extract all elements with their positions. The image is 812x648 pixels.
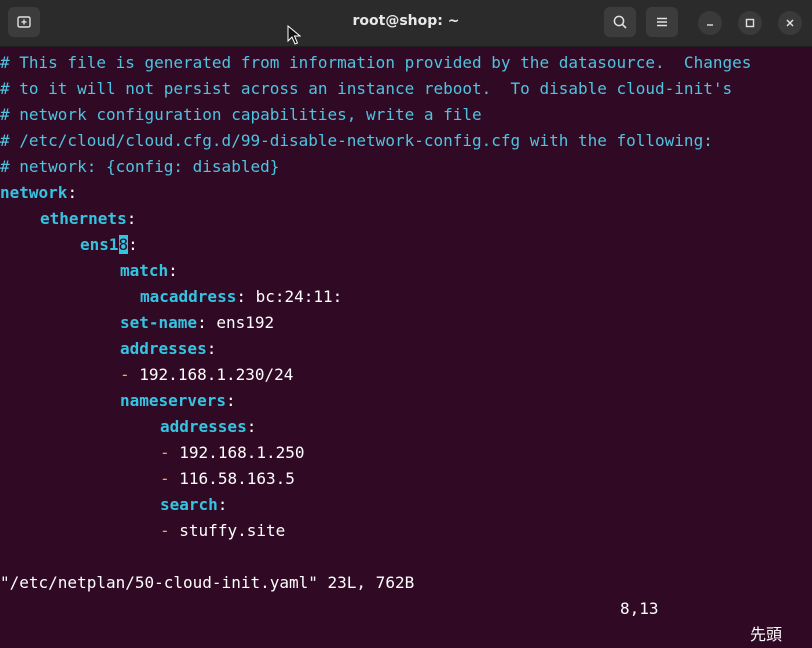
yaml-value: 192.168.1.230/24 xyxy=(139,365,294,384)
yaml-line-nameservers: nameservers: xyxy=(120,388,236,414)
close-icon xyxy=(784,17,796,29)
yaml-line-set-name: set-name: ens192 xyxy=(120,310,274,336)
yaml-value: ens192 xyxy=(216,313,275,332)
yaml-line-interface: ens18: xyxy=(80,232,138,258)
yaml-dash: - xyxy=(160,469,170,488)
yaml-line-search: search: xyxy=(160,492,227,518)
search-button[interactable] xyxy=(604,7,636,37)
yaml-line-network: network: xyxy=(0,180,77,206)
yaml-key: ethernets xyxy=(40,209,127,228)
title-bar: root@shop: ~ xyxy=(0,0,812,47)
yaml-colon: : xyxy=(217,495,228,514)
yaml-colon: : xyxy=(128,235,138,254)
yaml-key: network xyxy=(0,183,68,202)
window-title: root@shop: ~ xyxy=(352,13,460,29)
yaml-line-ns-item: - 116.58.163.5 xyxy=(160,466,295,492)
yaml-key: nameservers xyxy=(120,391,226,410)
mouse-pointer-icon xyxy=(287,25,301,45)
yaml-value: stuffy.site xyxy=(179,521,286,540)
comment-line: # network configuration capabilities, wr… xyxy=(0,105,482,124)
yaml-key: macaddress xyxy=(140,287,237,306)
yaml-colon: : xyxy=(67,183,78,202)
yaml-key: addresses xyxy=(120,339,207,358)
minimize-icon xyxy=(704,17,716,29)
yaml-value: bc:24:11: xyxy=(255,287,343,306)
yaml-line-ns-item: - 192.168.1.250 xyxy=(160,440,305,466)
yaml-line-ns-addresses: addresses: xyxy=(160,414,256,440)
yaml-colon: : xyxy=(126,209,137,228)
yaml-line-addresses: addresses: xyxy=(120,336,216,362)
file-info: "/etc/netplan/50-cloud-init.yaml" 23L, 7… xyxy=(0,573,415,592)
yaml-dash: - xyxy=(120,365,130,384)
text-cursor: 8 xyxy=(118,235,129,254)
yaml-line-macaddress: macaddress: bc:24:11: xyxy=(140,284,342,310)
yaml-line-match: match: xyxy=(120,258,178,284)
yaml-value: 192.168.1.250 xyxy=(179,443,305,462)
comment-line: # /etc/cloud/cloud.cfg.d/99-disable-netw… xyxy=(0,131,713,150)
yaml-key: set-name xyxy=(120,313,198,332)
yaml-line-address-item: - 192.168.1.230/24 xyxy=(120,362,293,388)
comment-line: # to it will not persist across an insta… xyxy=(0,79,733,98)
search-icon xyxy=(612,14,628,30)
yaml-colon: : xyxy=(225,391,236,410)
yaml-colon: : xyxy=(197,313,207,332)
maximize-icon xyxy=(744,17,756,29)
yaml-line-ethernets: ethernets: xyxy=(40,206,136,232)
hamburger-menu-icon xyxy=(654,14,670,30)
yaml-dash: - xyxy=(160,521,170,540)
yaml-key: addresses xyxy=(160,417,247,436)
menu-button[interactable] xyxy=(646,7,678,37)
yaml-dash: - xyxy=(160,443,170,462)
vim-status-line: "/etc/netplan/50-cloud-init.yaml" 23L, 7… xyxy=(0,544,812,644)
yaml-colon: : xyxy=(206,339,217,358)
yaml-key: match xyxy=(120,261,169,280)
yaml-colon: : xyxy=(236,287,246,306)
cursor-position: 8,13 xyxy=(620,599,659,618)
yaml-value: 116.58.163.5 xyxy=(179,469,295,488)
yaml-key: ens1 xyxy=(80,235,119,254)
comment-line: # This file is generated from informatio… xyxy=(0,53,752,72)
yaml-colon: : xyxy=(246,417,257,436)
minimize-button[interactable] xyxy=(698,11,722,35)
close-button[interactable] xyxy=(778,11,802,35)
maximize-button[interactable] xyxy=(738,11,762,35)
scroll-position: 先頭 xyxy=(750,625,783,644)
yaml-colon: : xyxy=(168,261,178,280)
comment-line: # network: {config: disabled} xyxy=(0,157,280,176)
yaml-line-search-item: - stuffy.site xyxy=(160,518,285,544)
yaml-key: search xyxy=(160,495,218,514)
